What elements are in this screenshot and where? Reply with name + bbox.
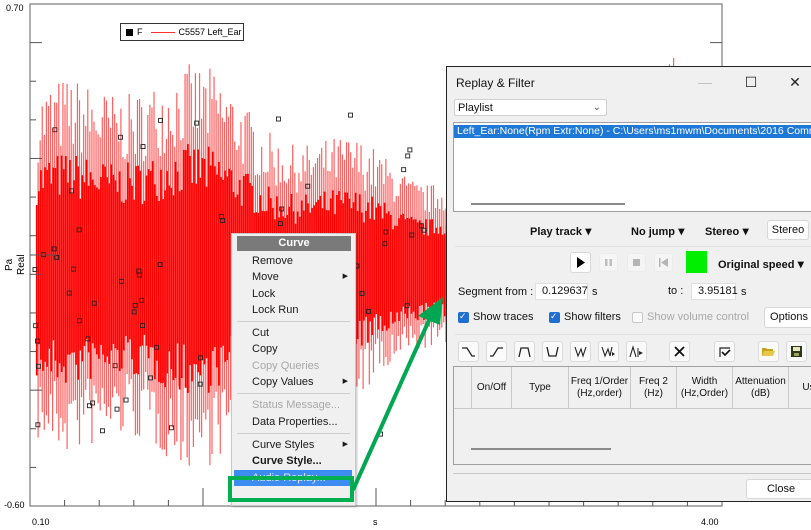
band-pass-filter-icon — [518, 347, 531, 358]
replay-filter-dialog: Replay & Filter — ☐ ✕ Playlist ⌄ Left_Ea… — [446, 66, 811, 502]
close-button[interactable]: Close — [746, 479, 811, 499]
high-pass-filter-icon — [490, 347, 503, 357]
order-notch-filter-button[interactable] — [598, 341, 619, 362]
column-header-line1: Type — [529, 381, 551, 393]
segment-from-input[interactable]: 0.129637 — [535, 283, 588, 300]
column-header-line1: Us — [802, 381, 811, 393]
segment-from-label: Segment from : — [458, 286, 534, 298]
order-track-filter-button[interactable] — [626, 341, 647, 362]
delete-filter-button[interactable] — [669, 341, 690, 362]
column-header-line2: (Hz,order) — [576, 387, 622, 399]
delete-filter-icon — [674, 346, 685, 357]
column-header[interactable]: Type — [512, 367, 569, 409]
playback-indicator — [686, 251, 707, 273]
maximize-button[interactable]: ☐ — [736, 71, 766, 93]
apply-filter-icon — [719, 347, 731, 357]
stereo-button[interactable]: Stereo — [767, 220, 809, 240]
dialog-title: Replay & Filter — [456, 76, 535, 90]
show-volume-label: Show volume control — [647, 311, 750, 323]
play-button[interactable] — [570, 252, 591, 273]
column-header-line2: (Hz) — [644, 387, 663, 399]
order-notch-filter-icon — [601, 346, 615, 358]
close-window-button[interactable]: ✕ — [780, 71, 810, 93]
filter-table[interactable]: On/Off Type Freq 1/Order (Hz,order) Freq 2 (H… — [453, 366, 811, 465]
jump-mode-dropdown[interactable]: No jump — [631, 224, 684, 238]
show-filters-label: Show filters — [564, 311, 621, 323]
band-pass-filter-button[interactable] — [514, 341, 535, 362]
playlist-scrollbar[interactable] — [471, 203, 625, 205]
options-button[interactable]: Options — [764, 307, 811, 328]
column-header-line1: On/Off — [476, 381, 507, 393]
open-folder-icon — [762, 348, 775, 356]
minimize-button[interactable]: — — [690, 71, 720, 93]
order-track-filter-icon — [629, 345, 643, 358]
play-mode-dropdown[interactable]: Play track — [530, 224, 591, 238]
segment-to-input[interactable]: 3.95181 — [691, 283, 738, 300]
play-icon — [577, 257, 585, 268]
playlist-select-value: Playlist — [458, 102, 493, 114]
show-volume-checkbox[interactable] — [632, 312, 643, 323]
channel-mode-dropdown[interactable]: Stereo — [705, 224, 749, 238]
speed-dropdown[interactable]: Original speed — [718, 257, 804, 271]
low-pass-filter-button[interactable] — [458, 341, 479, 362]
column-header-line1: Freq 1/Order — [570, 375, 629, 387]
column-header[interactable]: On/Off — [472, 367, 512, 409]
table-scrollbar[interactable] — [471, 448, 611, 450]
segment-from-unit: s — [592, 286, 598, 298]
show-filters-checkbox[interactable] — [549, 311, 560, 323]
column-header-line2: (dB) — [751, 387, 770, 399]
column-header[interactable]: Us — [789, 367, 811, 409]
playlist-item[interactable]: Left_Ear:None(Rpm Extr:None) - C:\Users\… — [454, 125, 811, 138]
stop-button[interactable] — [627, 253, 646, 272]
notch-filter-button[interactable] — [570, 341, 591, 362]
save-icon — [791, 346, 802, 357]
high-pass-filter-button[interactable] — [486, 341, 507, 362]
pause-icon — [605, 259, 612, 266]
skip-to-start-icon — [659, 258, 668, 267]
segment-to-unit: s — [741, 286, 747, 298]
apply-filter-button[interactable] — [714, 341, 735, 362]
column-header-line1: Freq 2 — [639, 375, 668, 387]
column-header-line2: (Hz,Order) — [680, 387, 729, 399]
save-button[interactable] — [786, 341, 807, 362]
playlist-select[interactable]: Playlist ⌄ — [454, 99, 607, 116]
column-header[interactable]: Width (Hz,Order) — [677, 367, 733, 409]
column-header[interactable]: Attenuation (dB) — [733, 367, 789, 409]
column-header-line1: Attenuation — [735, 375, 786, 387]
column-header[interactable]: Freq 2 (Hz) — [631, 367, 677, 409]
divider — [453, 473, 811, 474]
column-header[interactable]: Freq 1/Order (Hz,order) — [569, 367, 631, 409]
playlist-box[interactable]: Left_Ear:None(Rpm Extr:None) - C:\Users\… — [453, 122, 811, 212]
open-button[interactable] — [758, 341, 779, 362]
pause-button[interactable] — [599, 253, 618, 272]
divider — [455, 334, 811, 335]
band-stop-filter-button[interactable] — [542, 341, 563, 362]
segment-to-label: to : — [668, 285, 684, 297]
column-header-line1: Width — [691, 375, 718, 387]
show-traces-label: Show traces — [473, 311, 534, 323]
column-header[interactable] — [454, 367, 472, 409]
band-stop-filter-icon — [546, 346, 559, 357]
chevron-down-icon: ⌄ — [592, 102, 601, 113]
notch-filter-icon — [574, 346, 587, 358]
low-pass-filter-icon — [462, 347, 475, 357]
divider — [455, 246, 811, 247]
stop-icon — [633, 259, 640, 266]
rewind-button[interactable] — [654, 253, 673, 272]
show-traces-checkbox[interactable] — [458, 311, 469, 323]
